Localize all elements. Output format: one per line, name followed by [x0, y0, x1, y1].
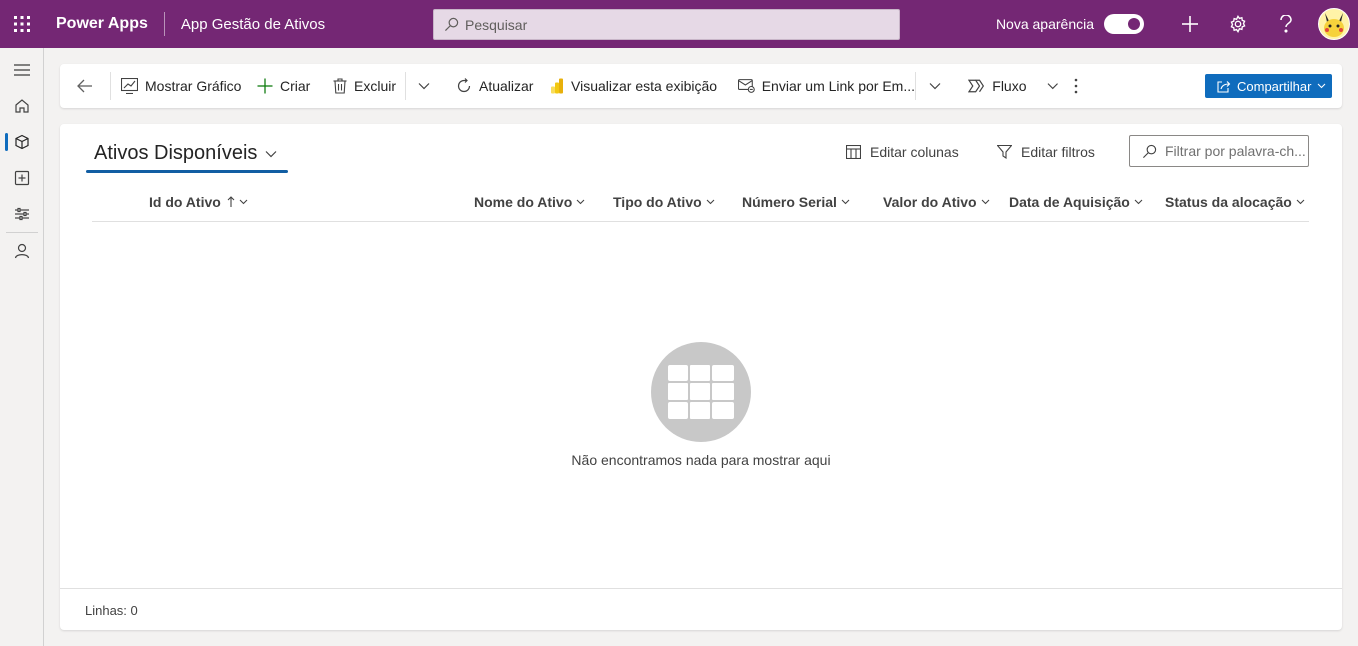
- edit-columns-label: Editar colunas: [870, 144, 959, 160]
- home-icon[interactable]: [0, 88, 44, 124]
- view-title: Ativos Disponíveis: [94, 142, 258, 164]
- new-look-toggle[interactable]: [1104, 14, 1144, 34]
- person-icon[interactable]: [0, 233, 44, 269]
- more-vertical-icon: [1074, 78, 1078, 94]
- column-label: Nome do Ativo: [474, 194, 573, 210]
- app-launcher-icon[interactable]: [0, 0, 44, 48]
- chevron-down-icon: [265, 150, 277, 157]
- sort-ascending-icon: [227, 196, 235, 207]
- cube-icon[interactable]: [0, 124, 44, 160]
- show-chart-label: Mostrar Gráfico: [145, 78, 242, 94]
- chevron-down-icon: [981, 199, 989, 205]
- back-arrow-icon: [77, 79, 92, 93]
- power-bi-icon: [551, 78, 563, 94]
- chevron-down-icon: [706, 199, 715, 205]
- column-label: Número Serial: [742, 194, 837, 210]
- delete-button[interactable]: Excluir: [329, 64, 405, 108]
- show-chart-button[interactable]: Mostrar Gráfico: [111, 64, 253, 108]
- brand-name[interactable]: Power Apps: [44, 12, 165, 36]
- chevron-down-icon: [239, 199, 248, 205]
- settings-sliders-icon[interactable]: [0, 196, 44, 232]
- create-button[interactable]: Criar: [253, 64, 329, 108]
- plus-icon[interactable]: [1166, 0, 1214, 48]
- add-square-icon[interactable]: [0, 160, 44, 196]
- view-selector[interactable]: Ativos Disponíveis: [94, 142, 277, 165]
- more-commands-button[interactable]: [1058, 64, 1094, 108]
- command-bar: Mostrar Gráfico Criar Excluir Atualizar …: [60, 64, 1342, 108]
- empty-state: Não encontramos nada para mostrar aqui: [60, 342, 1342, 468]
- view-panel: Ativos Disponíveis Editar colunas Editar…: [60, 124, 1342, 630]
- hamburger-icon[interactable]: [0, 52, 44, 88]
- column-label: Valor do Ativo: [883, 194, 977, 210]
- keyword-filter-input[interactable]: Filtrar por palavra-ch...: [1129, 135, 1309, 167]
- help-icon[interactable]: [1262, 0, 1310, 48]
- chevron-down-icon: [418, 83, 430, 90]
- trash-icon: [333, 78, 347, 94]
- top-bar: Power Apps App Gestão de Ativos Pesquisa…: [0, 0, 1358, 48]
- share-label: Compartilhar: [1237, 78, 1312, 94]
- column-label: Status da alocação: [1165, 194, 1292, 210]
- empty-grid-icon: [651, 342, 751, 442]
- email-link-label: Enviar um Link por Em...: [761, 78, 915, 94]
- column-header-name[interactable]: Nome do Ativo: [474, 194, 585, 210]
- share-button[interactable]: Compartilhar: [1205, 74, 1332, 98]
- edit-filters-label: Editar filtros: [1021, 144, 1095, 160]
- column-header-type[interactable]: Tipo do Ativo: [613, 194, 715, 210]
- chevron-down-icon: [1134, 199, 1143, 205]
- grid-footer: Linhas: 0: [60, 588, 1342, 630]
- app-name[interactable]: App Gestão de Ativos: [165, 16, 325, 33]
- flow-button[interactable]: Fluxo: [954, 64, 1058, 108]
- create-label: Criar: [280, 78, 311, 94]
- share-icon: [1217, 80, 1231, 93]
- column-header-acquisition-date[interactable]: Data de Aquisição: [1009, 194, 1143, 210]
- filter-icon: [997, 145, 1012, 159]
- row-count: Linhas: 0: [85, 603, 138, 618]
- more-delete-options-button[interactable]: [406, 64, 442, 108]
- search-icon: [444, 17, 459, 32]
- left-navigation-rail: [0, 48, 44, 646]
- column-label: Data de Aquisição: [1009, 194, 1130, 210]
- column-header-id[interactable]: Id do Ativo: [149, 194, 248, 210]
- column-label: Id do Ativo: [149, 194, 221, 210]
- more-email-options-button[interactable]: [916, 64, 954, 108]
- flow-icon: [968, 79, 985, 93]
- mail-link-icon: [738, 79, 755, 93]
- search-placeholder: Pesquisar: [465, 16, 528, 33]
- delete-label: Excluir: [354, 78, 397, 94]
- column-header-allocation-status[interactable]: Status da alocação: [1165, 194, 1305, 210]
- chevron-down-icon: [929, 83, 941, 90]
- visualize-label: Visualizar esta exibição: [571, 78, 718, 94]
- chevron-down-icon: [1047, 83, 1058, 90]
- chevron-down-icon: [841, 199, 850, 205]
- refresh-label: Atualizar: [479, 78, 534, 94]
- search-icon: [1143, 144, 1157, 158]
- refresh-button[interactable]: Atualizar: [442, 64, 540, 108]
- empty-message: Não encontramos nada para mostrar aqui: [571, 452, 831, 468]
- new-look-label: Nova aparência: [995, 16, 1094, 32]
- edit-filters-button[interactable]: Editar filtros: [997, 144, 1095, 160]
- column-header-serial[interactable]: Número Serial: [742, 194, 850, 210]
- user-avatar[interactable]: [1318, 8, 1350, 40]
- refresh-icon: [457, 78, 471, 93]
- keyword-filter-placeholder: Filtrar por palavra-ch...: [1165, 143, 1306, 159]
- edit-columns-button[interactable]: Editar colunas: [846, 144, 959, 160]
- visualize-view-button[interactable]: Visualizar esta exibição: [540, 64, 728, 108]
- grid-header: Id do Ativo Nome do Ativo Tipo do Ativo …: [92, 184, 1309, 222]
- column-label: Tipo do Ativo: [613, 194, 702, 210]
- global-search-input[interactable]: Pesquisar: [433, 9, 900, 40]
- gear-icon[interactable]: [1214, 0, 1262, 48]
- back-button[interactable]: [60, 64, 110, 108]
- chevron-down-icon: [1296, 199, 1305, 205]
- column-header-value[interactable]: Valor do Ativo: [883, 194, 990, 210]
- chart-icon: [121, 78, 138, 94]
- email-link-button[interactable]: Enviar um Link por Em...: [728, 64, 915, 108]
- plus-icon: [257, 78, 273, 94]
- chevron-down-icon: [1318, 83, 1326, 89]
- chevron-down-icon: [576, 199, 585, 205]
- edit-columns-icon: [846, 145, 861, 159]
- flow-label: Fluxo: [992, 78, 1027, 94]
- view-selector-underline: [86, 170, 288, 173]
